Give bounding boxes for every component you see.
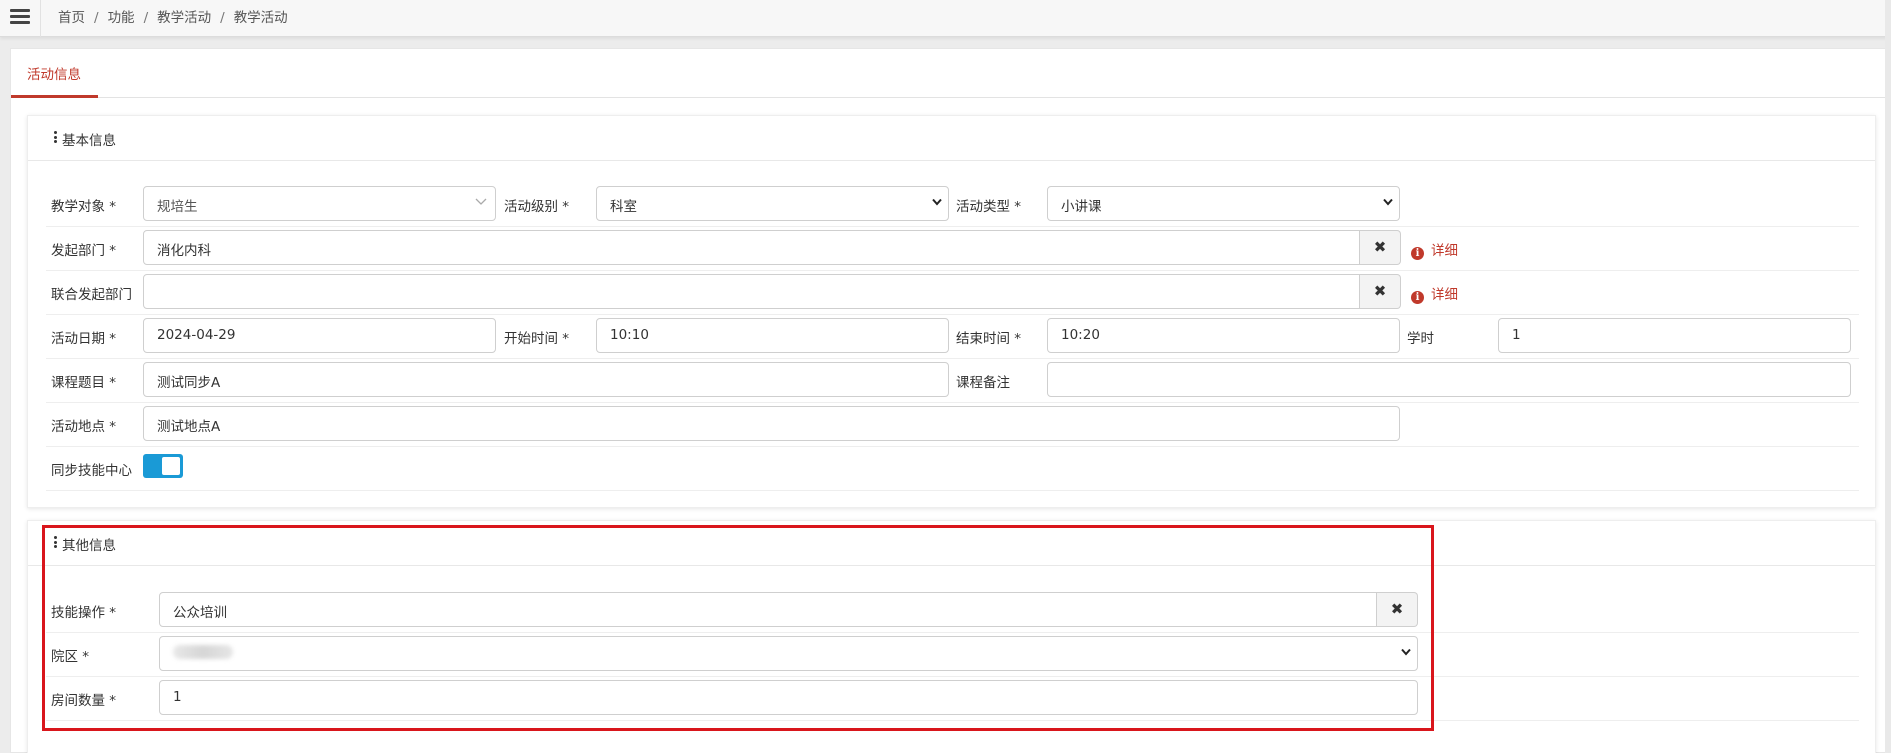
- campus-value-redacted: [173, 645, 233, 659]
- divider: [46, 446, 1859, 447]
- course-notes-input[interactable]: [1047, 362, 1851, 397]
- initiating-dept-label: 发起部门 *: [51, 243, 117, 259]
- close-icon: ✖: [1390, 600, 1404, 618]
- location-input[interactable]: 测试地点A: [143, 406, 1400, 441]
- skill-operation-input[interactable]: 公众培训: [159, 592, 1377, 627]
- chevron-down-icon: [1383, 198, 1393, 208]
- window-edge: [1885, 0, 1891, 753]
- activity-date-value: 2024-04-29: [157, 327, 236, 343]
- toggle-knob: [162, 457, 180, 475]
- initiating-dept-input[interactable]: 消化内科: [143, 230, 1360, 265]
- room-count-label: 房间数量 *: [51, 693, 117, 709]
- activity-level-value: 科室: [610, 199, 637, 215]
- vertical-dots-icon: [54, 131, 57, 145]
- location-label: 活动地点 *: [51, 419, 117, 435]
- info-icon: i: [1411, 247, 1424, 260]
- joint-dept-detail-link[interactable]: i 详细: [1411, 283, 1458, 304]
- chevron-down-icon: [1401, 648, 1411, 658]
- skill-operation-value: 公众培训: [173, 605, 227, 621]
- skill-operation-clear-button[interactable]: ✖: [1377, 592, 1418, 627]
- basic-info-panel: 基本信息 教学对象 * 规培生 活动级别 * 科室 活动类型 * 小讲课 发起部…: [27, 115, 1876, 508]
- other-info-header: 其他信息: [28, 521, 1875, 566]
- joint-dept-input[interactable]: [143, 274, 1360, 309]
- activity-level-label: 活动级别 *: [504, 199, 570, 215]
- detail-label: 详细: [1431, 243, 1458, 259]
- content-card: 活动信息 基本信息 教学对象 * 规培生 活动级别 * 科室 活动类型 * 小讲…: [10, 48, 1891, 753]
- end-time-label: 结束时间 *: [956, 331, 1022, 347]
- breadcrumb-separator: /: [94, 10, 99, 26]
- divider: [46, 270, 1859, 271]
- start-time-label: 开始时间 *: [504, 331, 570, 347]
- skill-operation-label: 技能操作 *: [51, 605, 117, 621]
- joint-dept-clear-button[interactable]: ✖: [1360, 274, 1401, 309]
- tab-bar: 活动信息: [11, 49, 1891, 98]
- divider: [46, 720, 1859, 721]
- divider: [46, 226, 1859, 227]
- location-value: 测试地点A: [157, 419, 221, 435]
- top-bar: 首页 / 功能 / 教学活动 / 教学活动: [0, 0, 1891, 37]
- divider: [46, 490, 1859, 491]
- chevron-down-icon: [932, 198, 942, 208]
- activity-type-select[interactable]: 小讲课: [1047, 186, 1400, 221]
- basic-info-header: 基本信息: [28, 116, 1875, 161]
- hours-label: 学时: [1407, 331, 1434, 347]
- close-icon: ✖: [1373, 238, 1387, 256]
- sync-skill-center-label: 同步技能中心: [51, 463, 132, 479]
- activity-date-input[interactable]: 2024-04-29: [143, 318, 496, 353]
- chevron-down-icon: [475, 198, 487, 208]
- joint-dept-label: 联合发起部门: [51, 287, 132, 303]
- teaching-object-label: 教学对象 *: [51, 199, 117, 215]
- teaching-object-select[interactable]: 规培生: [143, 186, 496, 221]
- sync-skill-center-toggle[interactable]: [143, 454, 183, 478]
- divider: [46, 676, 1859, 677]
- activity-level-select[interactable]: 科室: [596, 186, 949, 221]
- start-time-value: 10:10: [610, 327, 649, 343]
- menu-icon[interactable]: [10, 6, 30, 28]
- end-time-value: 10:20: [1061, 327, 1100, 343]
- divider: [46, 402, 1859, 403]
- tab-activity-info[interactable]: 活动信息: [11, 49, 98, 98]
- breadcrumb-separator: /: [220, 10, 225, 26]
- detail-label: 详细: [1431, 287, 1458, 303]
- end-time-input[interactable]: 10:20: [1047, 318, 1400, 353]
- campus-select[interactable]: [159, 636, 1418, 671]
- other-info-panel: 其他信息 技能操作 * 公众培训 ✖ 院区 * 房间数量 * 1: [27, 520, 1876, 753]
- activity-date-label: 活动日期 *: [51, 331, 117, 347]
- breadcrumb: 首页 / 功能 / 教学活动 / 教学活动: [58, 6, 288, 26]
- divider: [46, 358, 1859, 359]
- teaching-object-value: 规培生: [157, 199, 198, 215]
- initiating-dept-value: 消化内科: [157, 243, 211, 259]
- room-count-input[interactable]: 1: [159, 680, 1418, 715]
- breadcrumb-function[interactable]: 功能: [108, 10, 135, 26]
- course-title-input[interactable]: 测试同步A: [143, 362, 949, 397]
- activity-type-label: 活动类型 *: [956, 199, 1022, 215]
- course-title-value: 测试同步A: [157, 375, 221, 391]
- breadcrumb-teaching-activity[interactable]: 教学活动: [157, 10, 211, 26]
- info-icon: i: [1411, 291, 1424, 304]
- divider: [46, 314, 1859, 315]
- campus-label: 院区 *: [51, 649, 90, 665]
- hours-input[interactable]: 1: [1498, 318, 1851, 353]
- course-notes-label: 课程备注: [956, 375, 1010, 391]
- breadcrumb-separator: /: [143, 10, 149, 26]
- room-count-value: 1: [173, 689, 182, 705]
- initiating-dept-clear-button[interactable]: ✖: [1360, 230, 1401, 265]
- close-icon: ✖: [1373, 282, 1387, 300]
- divider: [40, 0, 41, 37]
- course-title-label: 课程题目 *: [51, 375, 117, 391]
- basic-info-title: 基本信息: [62, 133, 116, 149]
- vertical-dots-icon: [54, 536, 57, 550]
- divider: [46, 632, 1859, 633]
- initiating-dept-detail-link[interactable]: i 详细: [1411, 239, 1458, 260]
- activity-type-value: 小讲课: [1061, 199, 1102, 215]
- start-time-input[interactable]: 10:10: [596, 318, 949, 353]
- breadcrumb-home[interactable]: 首页: [58, 10, 85, 26]
- breadcrumb-current: 教学活动: [233, 10, 288, 26]
- other-info-title: 其他信息: [62, 538, 116, 554]
- hours-value: 1: [1512, 327, 1521, 343]
